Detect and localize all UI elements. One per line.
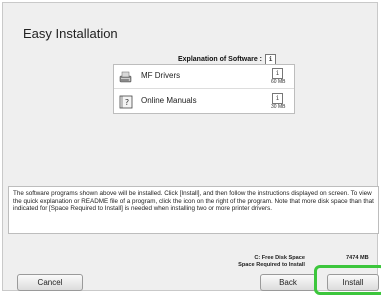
dialog-title: Easy Installation <box>23 26 118 41</box>
install-highlight <box>314 265 381 295</box>
software-size: 60 MB <box>271 79 286 85</box>
list-item-online-manuals: ? Online Manuals i 30 MB <box>114 90 294 114</box>
explanation-label: Explanation of Software : <box>178 56 263 63</box>
space-required-label: Space Required to Install <box>238 262 305 268</box>
svg-text:?: ? <box>125 98 129 107</box>
software-list: MF Drivers i 60 MB ? Online Manuals i 30… <box>113 64 295 114</box>
info-icon[interactable]: i <box>272 68 283 79</box>
installer-window: Easy Installation Explanation of Softwar… <box>2 2 379 291</box>
free-disk-label: C: Free Disk Space <box>254 255 305 261</box>
software-size: 30 MB <box>271 104 286 110</box>
cancel-button[interactable]: Cancel <box>17 274 83 291</box>
free-disk-value: 7474 MB <box>346 255 369 261</box>
software-name: Online Manuals <box>141 96 197 105</box>
info-icon[interactable]: i <box>272 93 283 104</box>
manual-book-icon: ? <box>118 94 134 110</box>
list-item-mf-drivers: MF Drivers i 60 MB <box>114 65 294 89</box>
software-name: MF Drivers <box>141 71 181 80</box>
back-button[interactable]: Back <box>260 274 316 291</box>
description-text: The software programs shown above will b… <box>8 186 379 234</box>
printer-driver-icon <box>118 69 134 85</box>
